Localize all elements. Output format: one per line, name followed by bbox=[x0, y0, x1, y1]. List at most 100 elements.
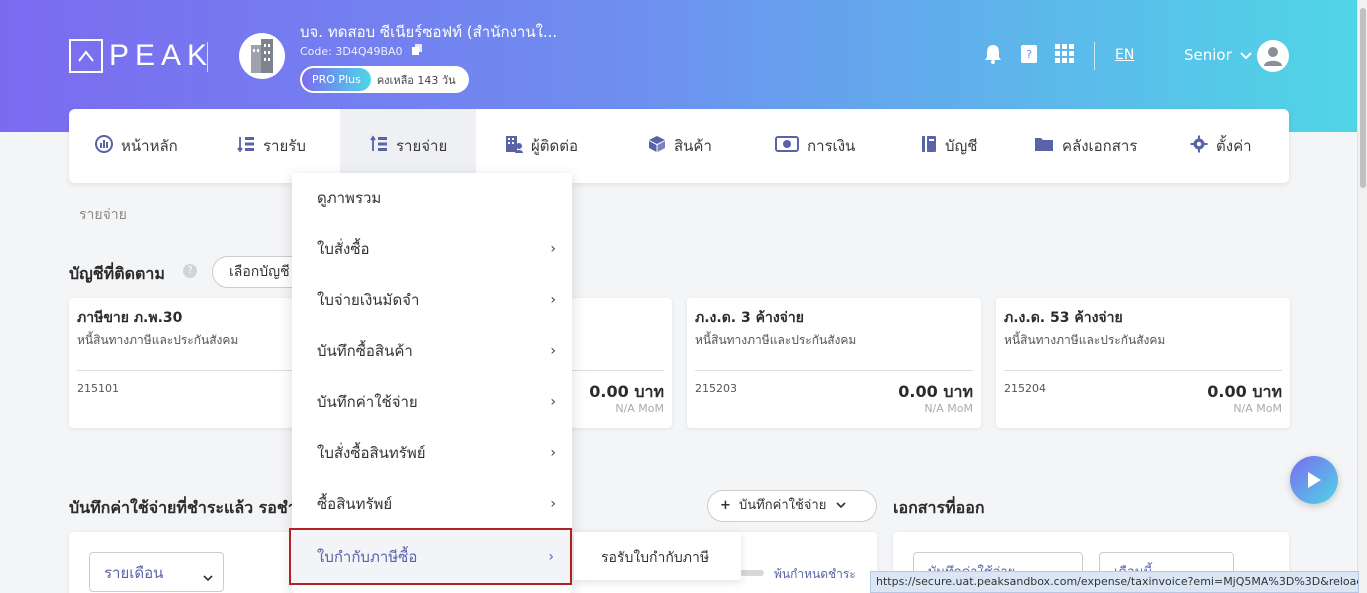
nav-finance[interactable]: การเงิน bbox=[775, 109, 855, 183]
chevron-down-icon bbox=[1240, 46, 1252, 64]
scrollbar-thumb[interactable] bbox=[1360, 8, 1366, 188]
nav-documents[interactable]: คลังเอกสาร bbox=[1034, 109, 1137, 183]
menu-item-overview[interactable]: ดูภาพรวม bbox=[292, 173, 572, 223]
menu-item-label: บันทึกซื้อสินค้า bbox=[317, 342, 413, 360]
box-icon bbox=[648, 135, 666, 157]
expense-list-icon bbox=[370, 135, 388, 157]
help-book-icon[interactable]: ? bbox=[1019, 43, 1039, 65]
chevron-down-icon bbox=[836, 498, 847, 513]
nav-dashboard[interactable]: หน้าหลัก bbox=[95, 109, 178, 183]
copy-icon[interactable] bbox=[412, 44, 423, 58]
paid-expenses-title: บันทึกค่าใช้จ่ายที่ชำระแล้ว รอชำ bbox=[69, 498, 297, 517]
menu-item-deposit-payment[interactable]: ใบจ่ายเงินมัดจำ › bbox=[292, 275, 572, 325]
user-avatar[interactable] bbox=[1257, 40, 1289, 72]
submenu-awaiting-tax-invoice[interactable]: รอรับใบกำกับภาษี bbox=[574, 532, 741, 580]
card-mom: N/A MoM bbox=[615, 402, 664, 415]
company-avatar[interactable] bbox=[239, 33, 285, 79]
plan-badge-name: PRO Plus bbox=[302, 68, 371, 91]
company-code: Code: 3D4Q49BA0 bbox=[300, 44, 423, 58]
apps-grid-icon[interactable] bbox=[1055, 43, 1075, 65]
menu-item-expense-record[interactable]: บันทึกค่าใช้จ่าย › bbox=[292, 377, 572, 427]
folder-icon bbox=[1034, 136, 1054, 156]
expense-dropdown-menu: ดูภาพรวม ใบสั่งซื้อ › ใบจ่ายเงินมัดจำ › … bbox=[289, 173, 572, 593]
period-select-value: รายเดือน bbox=[104, 564, 164, 582]
card-mom: N/A MoM bbox=[924, 402, 973, 415]
plus-icon: + bbox=[720, 498, 731, 513]
menu-item-label: บันทึกค่าใช้จ่าย bbox=[317, 393, 418, 411]
nav-contacts[interactable]: ผู้ติดต่อ bbox=[505, 109, 578, 183]
overdue-toggle[interactable] bbox=[740, 570, 764, 576]
chevron-right-icon: › bbox=[550, 394, 556, 410]
user-menu[interactable]: Senior bbox=[1184, 46, 1252, 64]
plan-badge[interactable]: PRO Plus คงเหลือ 143 วัน bbox=[300, 66, 469, 93]
gear-icon bbox=[1190, 135, 1208, 157]
menu-item-label: ใบจ่ายเงินมัดจำ bbox=[317, 291, 420, 309]
chevron-right-icon: › bbox=[550, 343, 556, 359]
documents-issued-title: เอกสารที่ออก bbox=[893, 498, 985, 517]
logo-text: PEAK bbox=[109, 39, 214, 72]
building-icon bbox=[251, 39, 273, 73]
chevron-right-icon: › bbox=[550, 445, 556, 461]
svg-text:?: ? bbox=[1026, 48, 1032, 61]
tracked-accounts-title: บัญชีที่ติดตาม bbox=[69, 264, 165, 283]
language-toggle[interactable]: EN bbox=[1115, 47, 1134, 63]
menu-item-buy-asset[interactable]: ซื้อสินทรัพย์ › bbox=[292, 479, 572, 529]
card-code: 215203 bbox=[695, 382, 737, 395]
account-card[interactable]: ภ.ง.ด. 3 ค้างจ่าย หนี้สินทางภาษีและประกั… bbox=[687, 298, 981, 428]
card-divider bbox=[695, 370, 973, 371]
menu-item-label: ใบกำกับภาษีซื้อ bbox=[317, 547, 418, 566]
user-name: Senior bbox=[1184, 46, 1232, 64]
nav-expense[interactable]: รายจ่าย bbox=[340, 109, 476, 183]
company-code-text: Code: 3D4Q49BA0 bbox=[300, 45, 403, 58]
card-code: 215204 bbox=[1004, 382, 1046, 395]
chevron-right-icon: › bbox=[550, 292, 556, 308]
menu-item-purchase-tax-invoice[interactable]: ใบกำกับภาษีซื้อ › bbox=[289, 528, 572, 585]
page-scrollbar[interactable] bbox=[1357, 0, 1367, 593]
ledger-icon bbox=[921, 135, 937, 157]
nav-label: บัญชี bbox=[945, 137, 978, 155]
card-title: ภาษีขาย ภ.พ.30 bbox=[77, 310, 183, 326]
menu-item-asset-order[interactable]: ใบสั่งซื้อสินทรัพย์ › bbox=[292, 428, 572, 478]
header-divider bbox=[207, 42, 208, 72]
overdue-label: พ้นกำหนดชำระ bbox=[774, 567, 856, 581]
menu-item-purchase-order[interactable]: ใบสั่งซื้อ › bbox=[292, 224, 572, 274]
add-expense-label: บันทึกค่าใช้จ่าย bbox=[739, 498, 827, 513]
income-list-icon bbox=[237, 135, 255, 157]
chevron-right-icon: › bbox=[548, 548, 554, 565]
logo-mark-icon bbox=[69, 39, 103, 73]
main-nav: หน้าหลัก รายรับ รายจ่าย ผู้ติดต่อ สินค้า… bbox=[69, 109, 1289, 183]
card-mom: N/A MoM bbox=[1233, 402, 1282, 415]
menu-item-purchase-goods[interactable]: บันทึกซื้อสินค้า › bbox=[292, 326, 572, 376]
card-subtitle: หนี้สินทางภาษีและประกันสังคม bbox=[77, 333, 239, 347]
header-divider-right bbox=[1094, 42, 1095, 70]
dashboard-icon bbox=[95, 135, 113, 157]
period-select[interactable]: รายเดือน bbox=[89, 552, 224, 592]
plan-remaining: คงเหลือ 143 วัน bbox=[376, 73, 456, 87]
nav-settings[interactable]: ตั้งค่า bbox=[1190, 109, 1252, 183]
help-circle-icon[interactable]: ? bbox=[183, 264, 197, 278]
browser-status-url: https://secure.uat.peaksandbox.com/expen… bbox=[870, 571, 1359, 593]
add-expense-button[interactable]: + บันทึกค่าใช้จ่าย bbox=[707, 490, 877, 522]
nav-label: ตั้งค่า bbox=[1216, 137, 1252, 155]
play-tutorial-button[interactable] bbox=[1290, 456, 1338, 504]
breadcrumb[interactable]: รายจ่าย bbox=[79, 204, 127, 226]
company-name[interactable]: บจ. ทดสอบ ซีเนียร์ซอฟท์ (สำนักงานใ... bbox=[300, 20, 557, 44]
peak-logo[interactable]: PEAK bbox=[69, 39, 213, 73]
money-icon bbox=[775, 136, 799, 156]
play-icon bbox=[1308, 472, 1321, 488]
account-card[interactable]: ภ.ง.ด. 53 ค้างจ่าย หนี้สินทางภาษีและประก… bbox=[996, 298, 1290, 428]
nav-accounting[interactable]: บัญชี bbox=[921, 109, 977, 183]
card-title: ภ.ง.ด. 3 ค้างจ่าย bbox=[695, 310, 804, 326]
bell-icon[interactable] bbox=[983, 43, 1003, 65]
nav-label: สินค้า bbox=[674, 137, 712, 155]
chevron-right-icon: › bbox=[550, 496, 556, 512]
menu-item-label: ซื้อสินทรัพย์ bbox=[317, 495, 393, 513]
nav-income[interactable]: รายรับ bbox=[237, 109, 306, 183]
contacts-icon bbox=[505, 135, 523, 157]
nav-label: การเงิน bbox=[807, 137, 856, 155]
card-subtitle: หนี้สินทางภาษีและประกันสังคม bbox=[695, 333, 857, 347]
card-subtitle: หนี้สินทางภาษีและประกันสังคม bbox=[1004, 333, 1166, 347]
menu-item-label: ดูภาพรวม bbox=[317, 189, 382, 207]
user-icon bbox=[1264, 47, 1282, 66]
nav-products[interactable]: สินค้า bbox=[648, 109, 712, 183]
